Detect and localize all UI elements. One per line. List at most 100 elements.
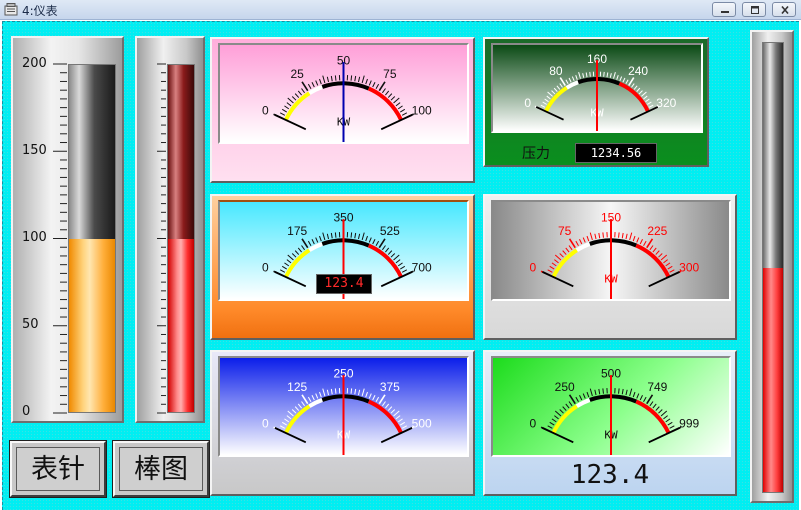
gauge-dial: 075150225300KW bbox=[529, 211, 700, 299]
close-button[interactable] bbox=[772, 2, 796, 17]
dial-minor-tick bbox=[287, 410, 294, 417]
dial-minor-tick bbox=[287, 97, 294, 104]
dial-minor-tick bbox=[585, 72, 588, 78]
dial-label-0: 0 bbox=[529, 260, 536, 274]
dial-minor-tick bbox=[365, 78, 368, 85]
dial-label-0: 0 bbox=[262, 260, 269, 274]
dial-minor-tick bbox=[326, 76, 330, 83]
dial-minor-tick bbox=[643, 95, 648, 100]
dial-minor-tick bbox=[639, 239, 643, 245]
dial-minor-tick bbox=[643, 240, 647, 247]
dial-label-1: 25 bbox=[290, 67, 304, 81]
dial-minor-tick bbox=[372, 395, 376, 401]
dial-minor-tick bbox=[311, 239, 315, 245]
dial-label-4: 700 bbox=[412, 260, 432, 274]
gauge-face-gray: 075150225300KW bbox=[491, 200, 731, 301]
needle-button[interactable]: 表针 bbox=[10, 441, 106, 497]
dial-minor-tick bbox=[330, 75, 333, 82]
maximize-icon bbox=[751, 6, 759, 14]
gauge-panel-cyan: 0 175 350 525 700 123.4 bbox=[210, 194, 475, 340]
vertical-bar-2 bbox=[135, 36, 205, 423]
pressure-label: 压力 bbox=[522, 146, 550, 162]
dial-minor-tick bbox=[625, 233, 628, 240]
scale-label-200: 200 bbox=[22, 56, 47, 71]
dial-minor-tick bbox=[629, 388, 633, 397]
dial-minor-tick bbox=[400, 265, 406, 270]
dial-minor-tick bbox=[301, 88, 306, 94]
arc-band-0 bbox=[544, 86, 568, 113]
dial-minor-tick bbox=[547, 269, 553, 273]
arc-band-3 bbox=[367, 86, 403, 121]
dial-label-0: 0 bbox=[262, 103, 269, 117]
dial-label-1: 75 bbox=[558, 224, 572, 238]
dial-label-4: 320 bbox=[656, 96, 676, 110]
dial-minor-tick bbox=[582, 73, 585, 78]
dial-minor-tick bbox=[542, 101, 547, 105]
dial-minor-tick bbox=[307, 240, 312, 247]
arc-band-0 bbox=[551, 404, 578, 434]
arc-band-2 bbox=[577, 76, 621, 86]
dial-minor-tick bbox=[319, 391, 322, 398]
dial-minor-tick bbox=[649, 245, 654, 251]
dial-minor-tick bbox=[562, 250, 567, 255]
dial-minor-tick bbox=[390, 253, 396, 258]
dial-minor-tick bbox=[294, 93, 300, 98]
dial-minor-tick bbox=[568, 77, 572, 83]
dial-minor-tick bbox=[660, 254, 668, 261]
dial-minor-tick bbox=[643, 396, 647, 403]
dial-minor-tick bbox=[365, 235, 368, 242]
gauge-dial: 0125250375500KW bbox=[262, 367, 432, 455]
dial-minor-tick bbox=[636, 393, 640, 399]
dial-minor-tick bbox=[315, 80, 319, 86]
dial-minor-tick bbox=[632, 391, 636, 398]
dial-minor-tick bbox=[579, 395, 583, 401]
bar-chart-button[interactable]: 棒图 bbox=[113, 441, 209, 497]
dial-minor-tick bbox=[667, 421, 673, 426]
dial-minor-tick bbox=[594, 389, 597, 396]
dial-minor-tick bbox=[582, 393, 586, 399]
dial-minor-tick bbox=[621, 388, 624, 395]
dial-minor-tick bbox=[397, 418, 403, 423]
dial-minor-tick bbox=[658, 409, 663, 414]
dial-minor-tick bbox=[571, 76, 575, 82]
dial-minor-tick bbox=[279, 425, 286, 429]
vertical-bar-right bbox=[750, 30, 794, 503]
dial-minor-tick bbox=[311, 395, 315, 401]
minimize-button[interactable] bbox=[712, 2, 736, 17]
dial-minor-tick bbox=[287, 254, 294, 261]
gauge-face-green-light: 0250500749999KW bbox=[491, 356, 731, 457]
dial-minor-tick bbox=[565, 247, 570, 253]
dial-minor-tick bbox=[551, 90, 556, 95]
dial-minor-tick bbox=[311, 82, 315, 88]
dial-minor-tick bbox=[368, 80, 372, 86]
arc-band-3 bbox=[367, 399, 403, 434]
dial-minor-tick bbox=[606, 72, 609, 78]
dial-minor-tick bbox=[602, 232, 604, 238]
dial-major-tick bbox=[301, 394, 309, 405]
dial-start-bar bbox=[542, 427, 574, 444]
maximize-button[interactable] bbox=[742, 2, 766, 17]
dial-minor-tick bbox=[291, 253, 297, 258]
dial-minor-tick bbox=[565, 79, 569, 85]
arc-band-3 bbox=[635, 243, 671, 278]
app-window-icon[interactable] bbox=[4, 3, 18, 16]
dial-minor-tick bbox=[565, 403, 570, 409]
dial-minor-tick bbox=[586, 391, 590, 398]
dial-minor-tick bbox=[652, 403, 657, 409]
dial-minor-tick bbox=[315, 237, 319, 243]
gauge-face-blue: 0125250375500KW bbox=[218, 356, 469, 457]
bar-right-tube bbox=[762, 42, 784, 493]
dial-minor-tick bbox=[281, 108, 287, 113]
dial-minor-tick bbox=[546, 95, 551, 100]
dial-minor-tick bbox=[553, 87, 558, 92]
dial-minor-tick bbox=[286, 259, 292, 264]
dial-minor-tick bbox=[291, 409, 297, 414]
dial-label-3: 75 bbox=[383, 67, 397, 81]
dial-minor-tick bbox=[609, 73, 612, 78]
dial-minor-tick bbox=[598, 232, 601, 239]
dial-minor-tick bbox=[361, 75, 365, 84]
dial-minor-tick bbox=[575, 396, 579, 403]
dial-minor-tick bbox=[625, 389, 628, 396]
dial-major-tick bbox=[378, 81, 386, 92]
dial-minor-tick bbox=[307, 396, 312, 403]
